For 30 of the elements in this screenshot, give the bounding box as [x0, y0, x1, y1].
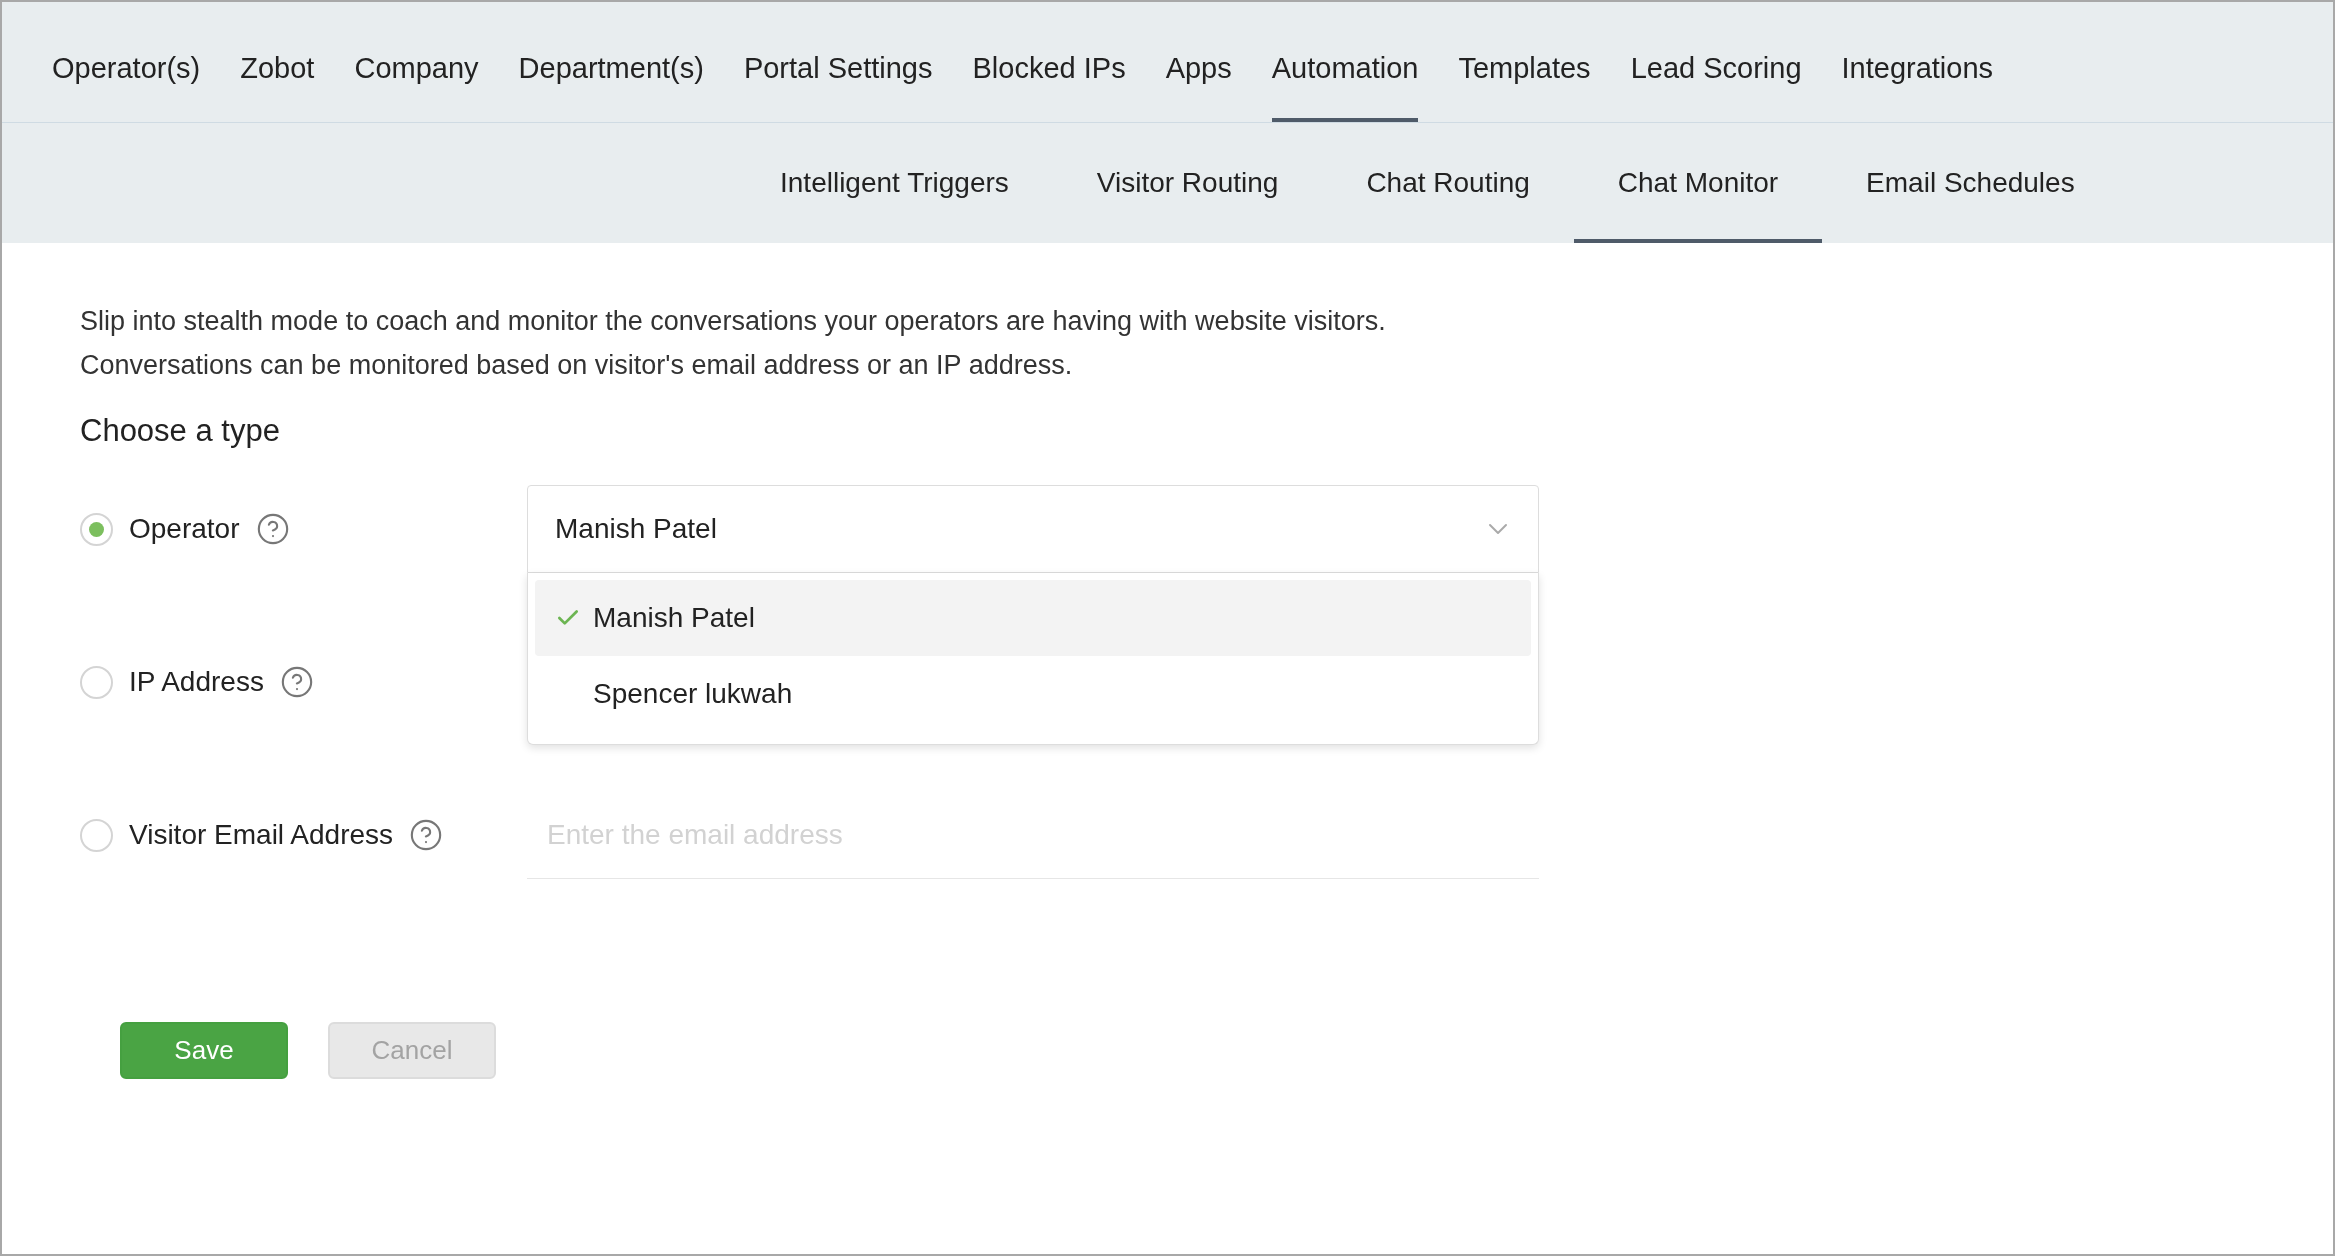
nav-tab[interactable]: Department(s): [518, 2, 704, 122]
type-label: Operator: [129, 513, 240, 545]
sub-tab[interactable]: Chat Monitor: [1573, 123, 1823, 243]
radio-button[interactable]: [80, 818, 113, 852]
operator-dropdown[interactable]: Manish Patel: [527, 485, 1539, 573]
help-icon[interactable]: [279, 665, 314, 699]
nav-tab[interactable]: Lead Scoring: [1630, 2, 1802, 122]
nav-tab[interactable]: Blocked IPs: [972, 2, 1126, 122]
help-icon[interactable]: [409, 818, 444, 852]
section-title: Choose a type: [80, 413, 281, 449]
nav-tab[interactable]: Operator(s): [52, 2, 201, 122]
sub-tab[interactable]: Email Schedules: [1822, 123, 2119, 243]
radio-button[interactable]: [80, 665, 113, 699]
sub-tab[interactable]: Visitor Routing: [1052, 123, 1323, 243]
nav-tab[interactable]: Apps: [1165, 2, 1232, 122]
description-text: Conversations can be monitored based on visitor's email address or an IP address.: [80, 349, 1074, 382]
type-label: Visitor Email Address: [129, 819, 394, 851]
nav-tab[interactable]: Templates: [1458, 2, 1591, 122]
dropdown-option[interactable]: Spencer lukwah: [535, 656, 1531, 732]
sub-tab[interactable]: Chat Routing: [1322, 123, 1574, 243]
radio-button[interactable]: [80, 512, 113, 546]
nav-tab[interactable]: Zobot: [240, 2, 315, 122]
sub-tab[interactable]: Intelligent Triggers: [736, 123, 1053, 243]
nav-tab[interactable]: Integrations: [1841, 2, 1994, 122]
dropdown-option[interactable]: Manish Patel: [535, 580, 1531, 656]
nav-tab[interactable]: Company: [354, 2, 479, 122]
nav-tab[interactable]: Portal Settings: [743, 2, 933, 122]
type-label: IP Address: [129, 666, 264, 698]
description-text: Slip into stealth mode to coach and monitor the conversations your operators are having with website visitors.: [80, 305, 1387, 338]
help-icon[interactable]: [255, 512, 290, 546]
